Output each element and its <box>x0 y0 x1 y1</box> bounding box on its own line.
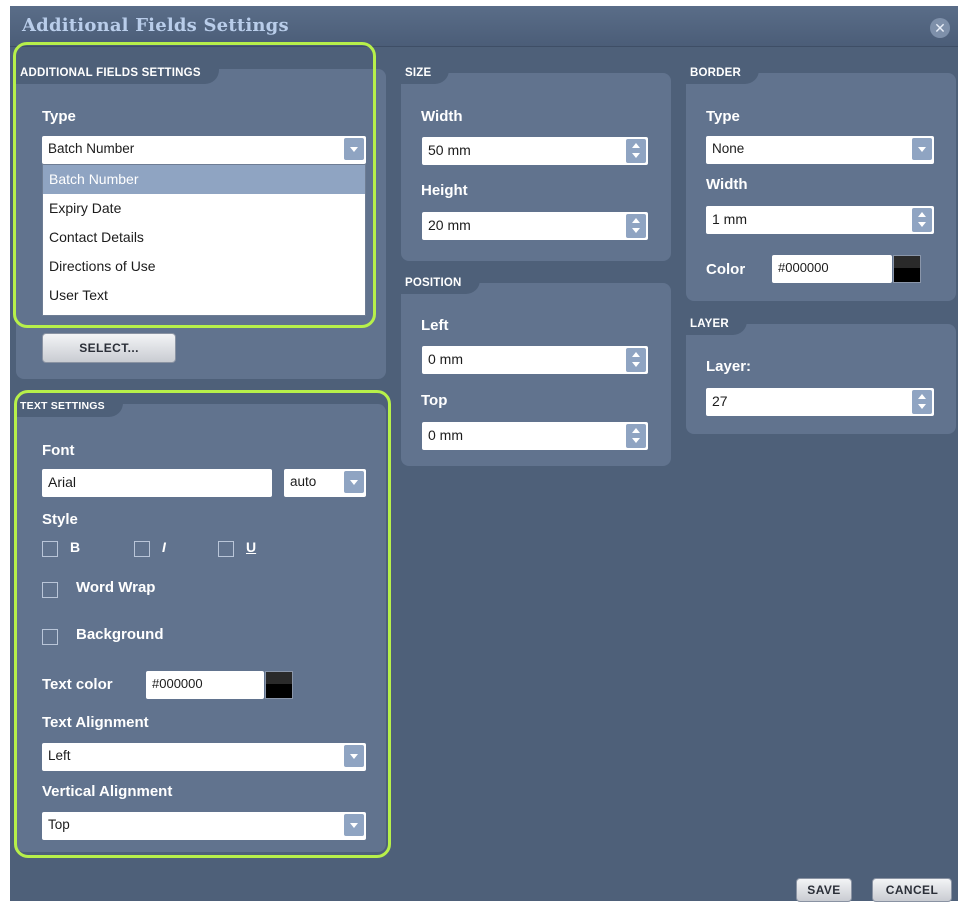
spinner-icon[interactable] <box>912 208 932 232</box>
position-top-value: 0 mm <box>428 427 463 443</box>
position-section-title: POSITION <box>401 272 480 294</box>
border-width-field[interactable]: 1 mm <box>706 206 934 234</box>
cancel-button[interactable]: CANCEL <box>872 878 952 902</box>
border-type-label: Type <box>706 108 740 125</box>
size-width-field[interactable]: 50 mm <box>422 137 648 165</box>
layer-field[interactable]: 27 <box>706 388 934 416</box>
additional-fields-dialog: Additional Fields Settings ✕ ADDITIONAL … <box>10 6 958 902</box>
border-type-select[interactable]: None <box>706 136 934 164</box>
border-color-swatch[interactable] <box>893 255 921 283</box>
size-height-label: Height <box>421 182 468 199</box>
close-icon[interactable]: ✕ <box>930 18 950 38</box>
spinner-icon[interactable] <box>626 214 646 238</box>
spinner-icon[interactable] <box>626 139 646 163</box>
layer-value: 27 <box>712 393 728 409</box>
title-bar: Additional Fields Settings ✕ <box>10 6 958 47</box>
highlight-additional-fields <box>13 42 376 328</box>
border-width-value: 1 mm <box>712 211 747 227</box>
border-width-label: Width <box>706 176 748 193</box>
spinner-icon[interactable] <box>912 390 932 414</box>
border-type-value: None <box>712 141 745 156</box>
dialog-title: Additional Fields Settings <box>22 15 289 36</box>
border-color-label: Color <box>706 261 746 278</box>
chevron-down-icon[interactable] <box>912 138 932 160</box>
layer-label: Layer: <box>706 358 752 375</box>
position-top-label: Top <box>421 392 448 409</box>
spinner-icon[interactable] <box>626 424 646 448</box>
size-width-label: Width <box>421 108 463 125</box>
save-button[interactable]: SAVE <box>796 878 852 902</box>
position-top-field[interactable]: 0 mm <box>422 422 648 450</box>
border-color-value: #000000 <box>778 260 829 275</box>
size-height-field[interactable]: 20 mm <box>422 212 648 240</box>
position-left-field[interactable]: 0 mm <box>422 346 648 374</box>
layer-section-title: LAYER <box>686 313 747 335</box>
layer-panel <box>686 324 956 434</box>
spinner-icon[interactable] <box>626 348 646 372</box>
position-left-value: 0 mm <box>428 351 463 367</box>
border-color-field[interactable]: #000000 <box>772 255 892 283</box>
border-section-title: BORDER <box>686 62 760 84</box>
size-section-title: SIZE <box>401 62 450 84</box>
select-button[interactable]: SELECT... <box>42 333 176 363</box>
highlight-text-settings <box>14 390 391 858</box>
size-width-value: 50 mm <box>428 142 471 158</box>
position-left-label: Left <box>421 317 449 334</box>
size-height-value: 20 mm <box>428 217 471 233</box>
